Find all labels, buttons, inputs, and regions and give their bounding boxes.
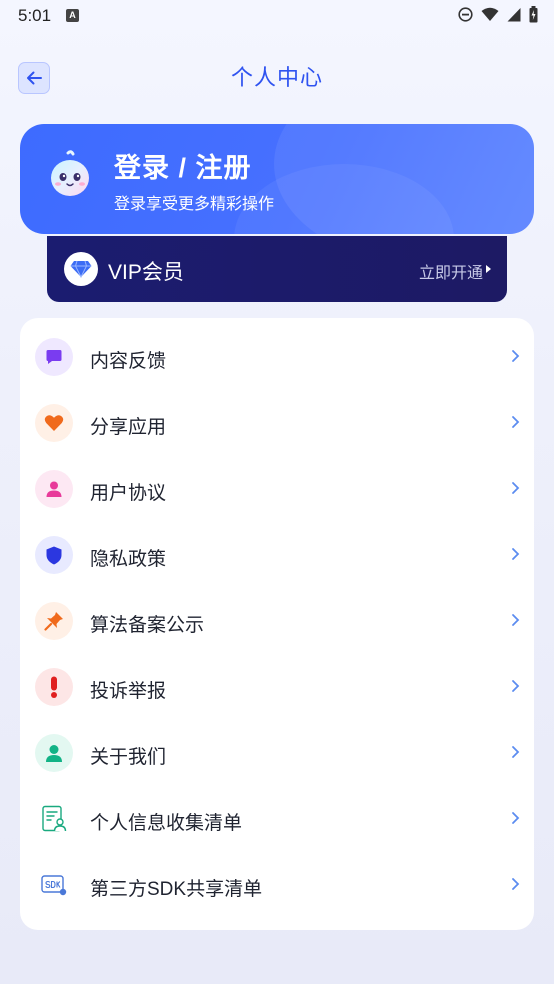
signal-icon bbox=[507, 8, 521, 22]
login-subtitle: 登录享受更多精彩操作 bbox=[114, 196, 275, 213]
person-icon bbox=[35, 734, 73, 772]
chevron-right-icon bbox=[512, 746, 520, 758]
status-icons bbox=[458, 6, 538, 23]
app-header: 个人中心 bbox=[0, 50, 554, 102]
status-bar: 5:01 A bbox=[0, 0, 554, 34]
menu-item-user-agreement[interactable]: 用户协议 bbox=[20, 456, 534, 522]
pin-icon bbox=[35, 602, 73, 640]
heart-icon bbox=[35, 404, 73, 442]
chevron-right-icon bbox=[512, 416, 520, 428]
triangle-right-icon bbox=[486, 265, 491, 273]
menu-item-label: 隐私政策 bbox=[90, 549, 167, 570]
menu-item-label: 个人信息收集清单 bbox=[90, 813, 243, 834]
login-title: 登录 / 注册 bbox=[114, 153, 252, 183]
menu-item-label: 关于我们 bbox=[90, 747, 167, 768]
chevron-right-icon bbox=[512, 548, 520, 560]
chevron-right-icon bbox=[512, 878, 520, 890]
menu-item-algorithm-filing[interactable]: 算法备案公示 bbox=[20, 588, 534, 654]
menu-item-about-us[interactable]: 关于我们 bbox=[20, 720, 534, 786]
menu-item-label: 内容反馈 bbox=[90, 351, 167, 372]
menu-item-label: 第三方SDK共享清单 bbox=[90, 879, 263, 900]
diamond-icon bbox=[64, 252, 98, 286]
menu-item-feedback[interactable]: 内容反馈 bbox=[20, 324, 534, 390]
menu-item-report[interactable]: 投诉举报 bbox=[20, 654, 534, 720]
dnd-icon bbox=[458, 7, 473, 22]
menu-item-share[interactable]: 分享应用 bbox=[20, 390, 534, 456]
chevron-right-icon bbox=[512, 482, 520, 494]
chat-bubble-icon bbox=[35, 338, 73, 376]
menu-item-sdk-list[interactable]: 第三方SDK共享清单 bbox=[20, 852, 534, 918]
chevron-right-icon bbox=[512, 680, 520, 692]
menu-item-label: 用户协议 bbox=[90, 483, 167, 504]
chevron-right-icon bbox=[512, 350, 520, 362]
menu-item-privacy-policy[interactable]: 隐私政策 bbox=[20, 522, 534, 588]
document-user-icon bbox=[35, 800, 73, 838]
login-card[interactable]: 登录 / 注册 登录享受更多精彩操作 bbox=[20, 124, 534, 234]
vip-open-link[interactable]: 立即开通 bbox=[419, 259, 483, 283]
chevron-right-icon bbox=[512, 812, 520, 824]
vip-label: VIP会员 bbox=[108, 261, 184, 284]
menu-item-label: 投诉举报 bbox=[90, 681, 167, 702]
menu-item-label: 算法备案公示 bbox=[90, 615, 205, 636]
notification-a-icon: A bbox=[66, 9, 79, 22]
exclamation-icon bbox=[35, 668, 73, 706]
shield-icon bbox=[35, 536, 73, 574]
wifi-icon bbox=[481, 7, 499, 21]
chevron-right-icon bbox=[512, 614, 520, 626]
sdk-icon bbox=[35, 866, 73, 904]
vip-banner[interactable]: VIP会员 立即开通 bbox=[47, 236, 507, 302]
status-time: 5:01 bbox=[18, 6, 52, 25]
page-title: 个人中心 bbox=[230, 65, 323, 90]
menu-item-label: 分享应用 bbox=[90, 417, 167, 438]
mascot-avatar-icon bbox=[51, 150, 89, 196]
battery-icon bbox=[529, 6, 538, 23]
user-icon bbox=[35, 470, 73, 508]
menu-item-personal-info-list[interactable]: 个人信息收集清单 bbox=[20, 786, 534, 852]
menu-card: 内容反馈 分享应用 用户协议 隐私政策 算法备案公示 投诉举报 关于我们 个人信… bbox=[20, 318, 534, 930]
